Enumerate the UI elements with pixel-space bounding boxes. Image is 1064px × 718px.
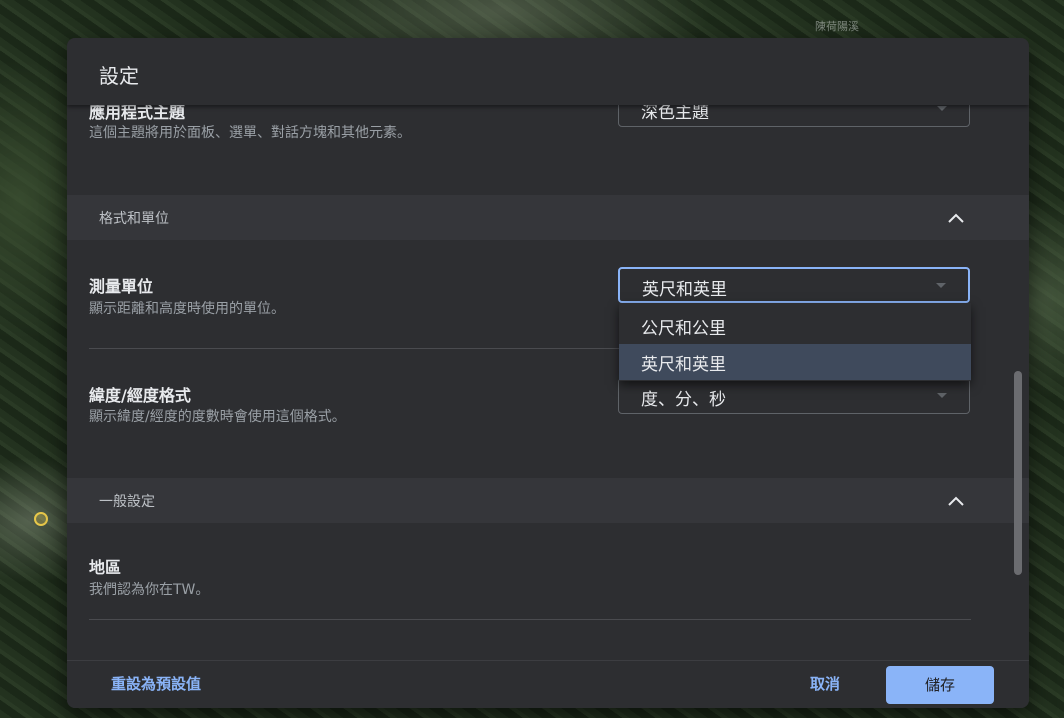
divider <box>89 619 971 620</box>
chevron-up-icon[interactable] <box>945 490 967 512</box>
dropdown-arrow-icon <box>937 393 947 398</box>
latlng-format-select[interactable]: 度、分、秒 <box>618 378 970 414</box>
location-marker-icon[interactable] <box>34 512 48 526</box>
dialog-title: 設定 <box>99 64 139 88</box>
reset-defaults-button[interactable]: 重設為預設值 <box>111 673 201 694</box>
chevron-up-icon[interactable] <box>945 207 967 229</box>
measurement-units-title: 測量單位 <box>89 277 154 296</box>
section-header-general[interactable]: 一般設定 <box>67 478 1029 523</box>
cancel-button[interactable]: 取消 <box>810 673 840 694</box>
app-theme-title: 應用程式主題 <box>89 105 186 122</box>
region-description: 我們認為你在TW。 <box>89 582 210 598</box>
map-place-label: 陳荷陽溪 <box>815 20 859 33</box>
dropdown-arrow-icon <box>937 106 947 111</box>
measurement-units-dropdown: 公尺和公里 英尺和英里 <box>619 303 971 381</box>
dropdown-option-metric[interactable]: 公尺和公里 <box>619 308 971 344</box>
measurement-units-select[interactable]: 英尺和英里 <box>618 267 970 303</box>
app-theme-select-value: 深色主題 <box>641 105 709 123</box>
dropdown-option-label: 英尺和英里 <box>641 355 726 375</box>
section-title-general: 一般設定 <box>99 494 155 510</box>
latlng-format-description: 顯示緯度/經度的度數時會使用這個格式。 <box>89 409 346 425</box>
dialog-header: 設定 <box>67 38 1029 105</box>
measurement-units-description: 顯示距離和高度時使用的單位。 <box>89 301 285 317</box>
dropdown-option-label: 公尺和公里 <box>641 319 726 339</box>
region-title: 地區 <box>89 558 122 577</box>
scrollbar[interactable] <box>1014 105 1022 661</box>
scrollbar-thumb[interactable] <box>1014 371 1022 575</box>
save-button[interactable]: 儲存 <box>886 666 994 704</box>
latlng-format-title: 緯度/經度格式 <box>89 386 191 405</box>
settings-dialog: 設定 應用程式主題 這個主題將用於面板、選單、對話方塊和其他元素。 深色主題 格… <box>67 38 1029 708</box>
dropdown-option-imperial[interactable]: 英尺和英里 <box>619 344 971 380</box>
section-header-format[interactable]: 格式和單位 <box>67 195 1029 240</box>
latlng-format-select-value: 度、分、秒 <box>641 390 726 410</box>
app-theme-description: 這個主題將用於面板、選單、對話方塊和其他元素。 <box>89 125 411 141</box>
dropdown-arrow-icon <box>936 283 946 288</box>
dialog-footer: 重設為預設值 取消 儲存 <box>67 660 1029 708</box>
settings-content[interactable]: 應用程式主題 這個主題將用於面板、選單、對話方塊和其他元素。 深色主題 格式和單… <box>67 105 1029 661</box>
app-theme-select[interactable]: 深色主題 <box>618 105 970 127</box>
section-title-format: 格式和單位 <box>99 211 169 227</box>
measurement-units-select-value: 英尺和英里 <box>642 280 727 300</box>
